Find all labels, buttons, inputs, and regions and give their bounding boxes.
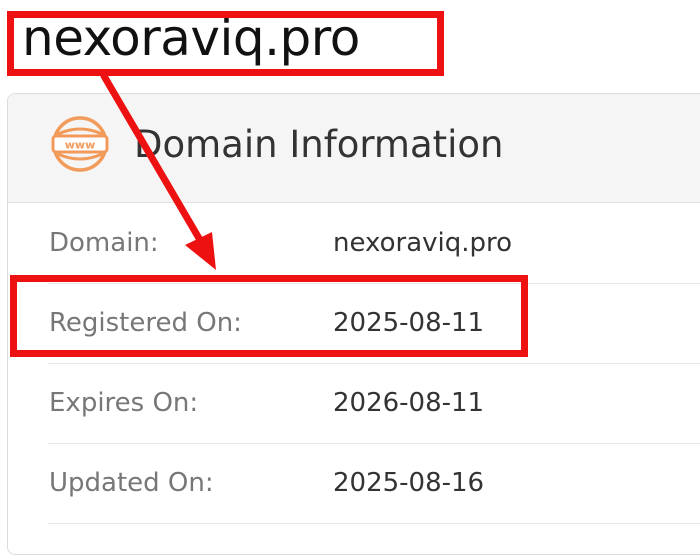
row-value: 2026-08-11: [333, 388, 485, 418]
card-header: www Domain Information: [8, 94, 700, 203]
svg-text:www: www: [65, 139, 96, 152]
registered-highlight-box: [10, 275, 528, 357]
row-label: Domain:: [49, 228, 159, 258]
row-value: nexoraviq.pro: [333, 228, 513, 258]
info-row-expires: Expires On: 2026-08-11: [48, 363, 700, 444]
card-title: Domain Information: [134, 123, 504, 166]
info-row-domain: Domain: nexoraviq.pro: [48, 203, 700, 284]
domain-highlight-box: [7, 11, 444, 76]
row-label: Expires On:: [49, 388, 199, 418]
row-value: 2025-08-16: [333, 468, 485, 498]
row-label: Updated On:: [49, 468, 214, 498]
www-globe-icon: www: [51, 116, 109, 172]
info-row-updated: Updated On: 2025-08-16: [48, 443, 700, 524]
